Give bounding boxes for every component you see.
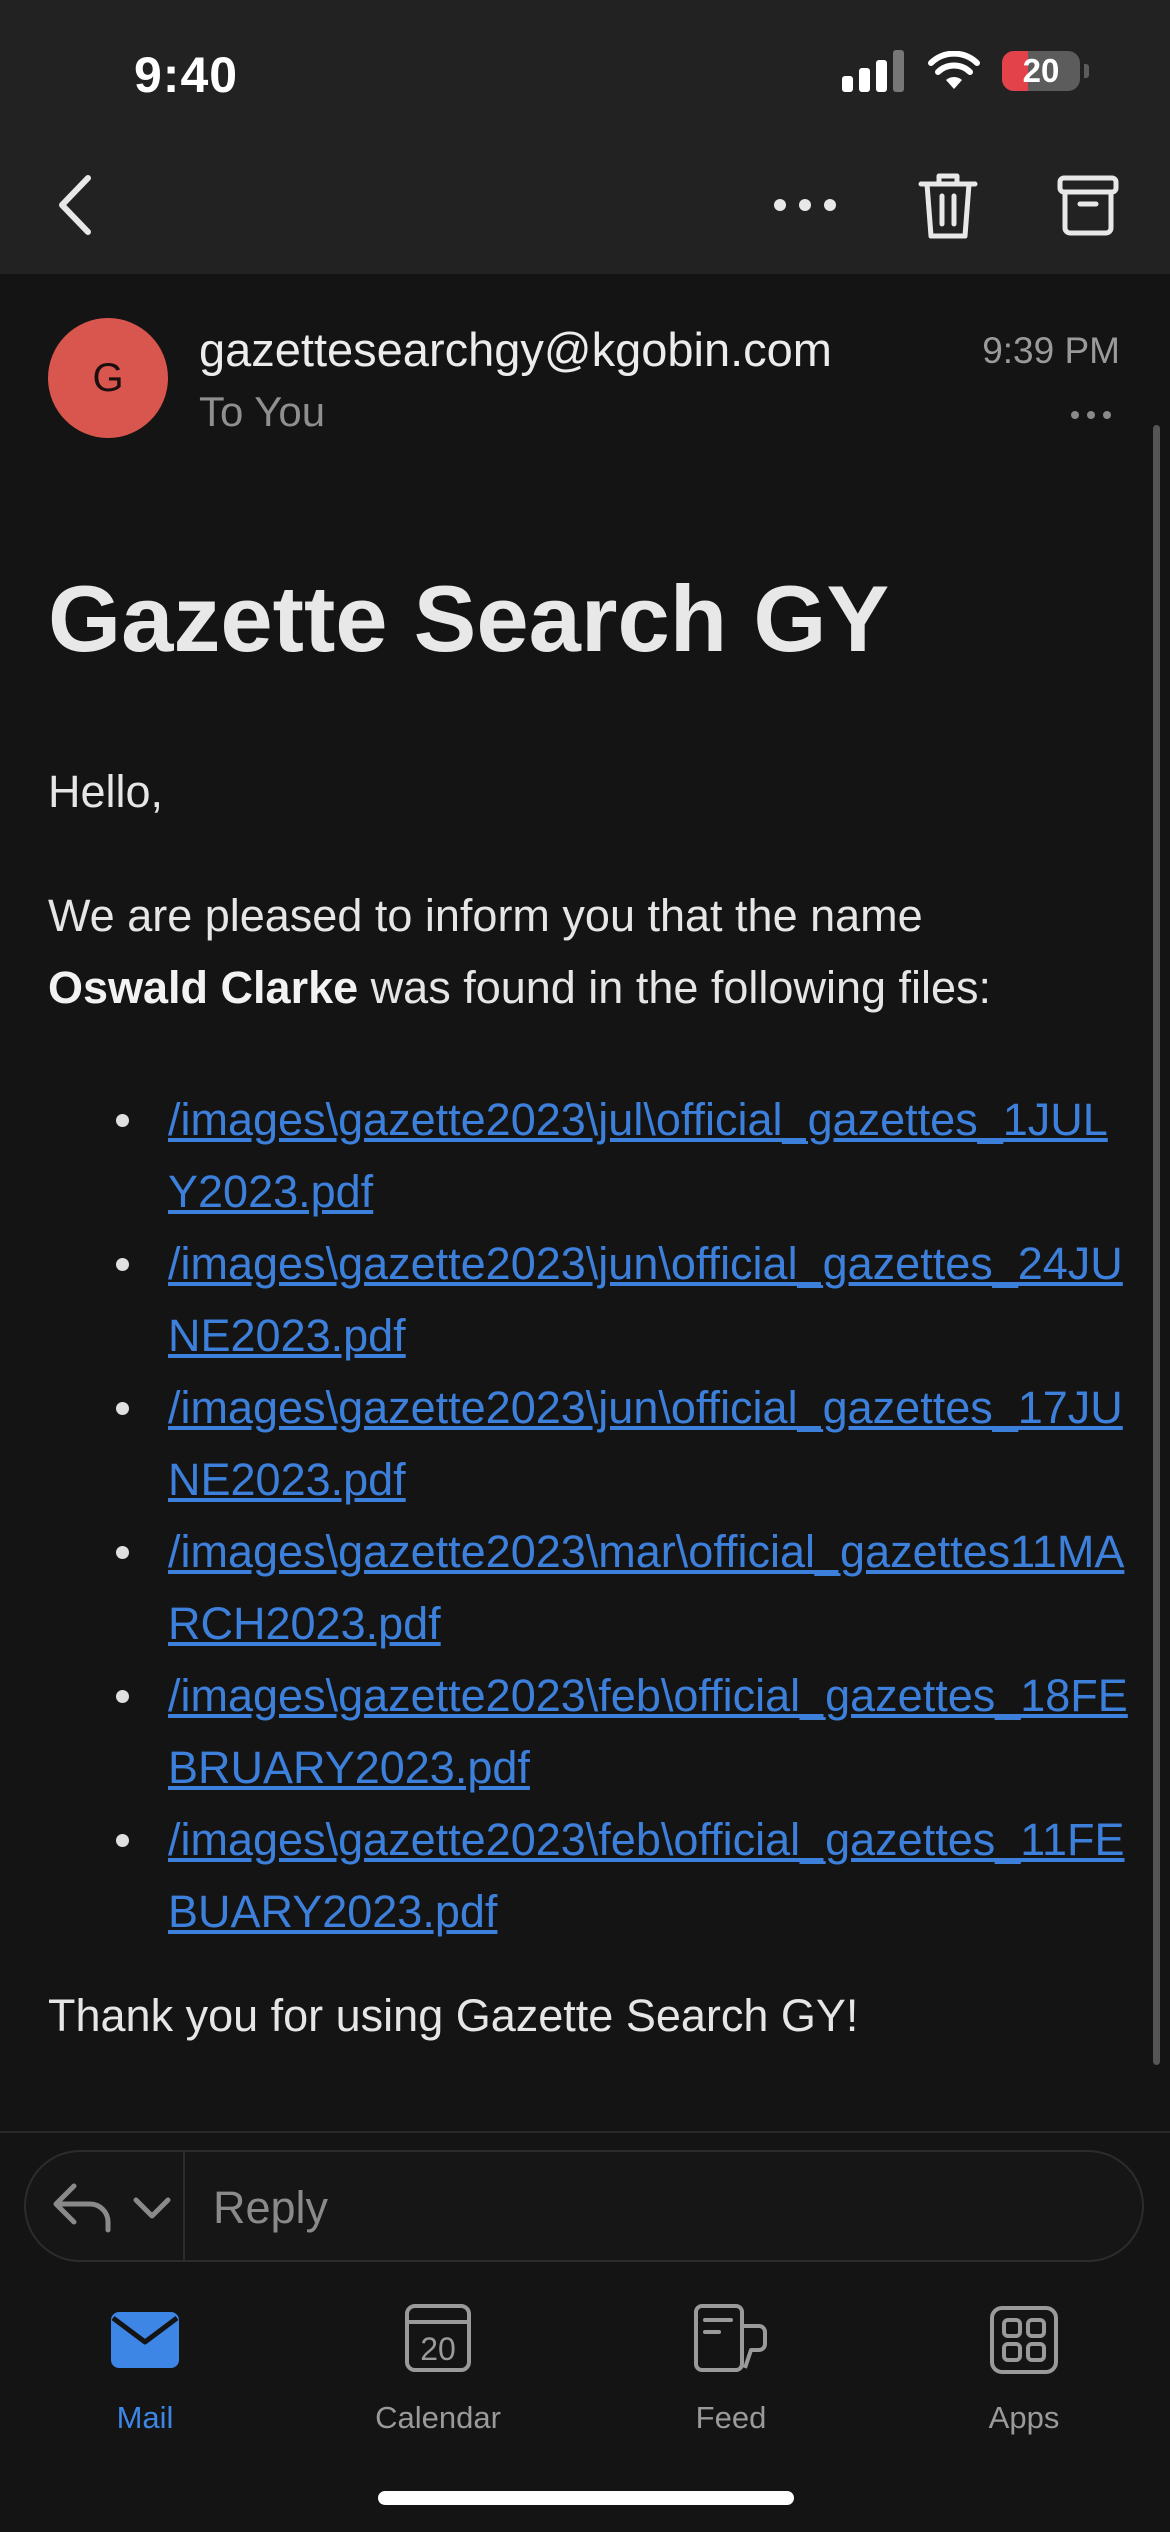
tab-label-mail: Mail bbox=[116, 2400, 174, 2435]
closing-line: Thank you for using Gazette Search GY! bbox=[48, 1990, 859, 2041]
recipient-label[interactable]: To You bbox=[199, 388, 325, 436]
file-link[interactable]: /images\gazette2023\feb\official_gazette… bbox=[168, 1670, 1128, 1793]
sender-avatar[interactable]: G bbox=[48, 318, 168, 438]
status-time: 9:40 bbox=[134, 47, 239, 103]
top-bar bbox=[0, 0, 1170, 274]
tab-label-feed: Feed bbox=[695, 2400, 767, 2435]
file-link[interactable]: /images\gazette2023\jul\official_gazette… bbox=[168, 1094, 1108, 1217]
apps-grid-icon bbox=[990, 2306, 1058, 2374]
tab-label-calendar: Calendar bbox=[375, 2400, 501, 2435]
intro-text: We are pleased to inform you that the na… bbox=[48, 890, 923, 941]
list-item: /images\gazette2023\mar\official_gazette… bbox=[48, 1516, 1128, 1660]
home-indicator[interactable] bbox=[378, 2491, 794, 2505]
more-horizontal-icon[interactable] bbox=[770, 180, 840, 230]
scrollbar[interactable] bbox=[1153, 425, 1160, 2065]
calendar-icon: 20 bbox=[405, 2304, 471, 2372]
cellular-signal-icon bbox=[842, 50, 906, 92]
intro-text-2: was found in the following files: bbox=[370, 962, 992, 1013]
email-subject: Gazette Search GY bbox=[48, 566, 890, 671]
reply-separator bbox=[183, 2152, 185, 2260]
back-chevron-icon[interactable] bbox=[48, 170, 108, 240]
calendar-day: 20 bbox=[420, 2331, 456, 2367]
tab-apps[interactable]: Apps bbox=[924, 2300, 1124, 2436]
file-link[interactable]: /images\gazette2023\mar\official_gazette… bbox=[168, 1526, 1124, 1649]
file-link[interactable]: /images\gazette2023\feb\official_gazette… bbox=[168, 1814, 1124, 1937]
sender-address[interactable]: gazettesearchgy@kgobin.com bbox=[199, 322, 832, 377]
trash-icon[interactable] bbox=[915, 168, 981, 242]
reply-bar[interactable] bbox=[24, 2150, 1144, 2262]
received-time: 9:39 PM bbox=[982, 330, 1120, 371]
list-item: /images\gazette2023\feb\official_gazette… bbox=[48, 1804, 1128, 1948]
battery-level: 20 bbox=[1022, 52, 1060, 89]
feed-icon bbox=[694, 2304, 767, 2372]
message-more-icon[interactable] bbox=[1068, 400, 1114, 430]
tab-feed[interactable]: Feed bbox=[631, 2300, 831, 2436]
tab-label-apps: Apps bbox=[988, 2400, 1060, 2435]
reply-arrow-icon[interactable] bbox=[50, 2180, 114, 2234]
mail-icon bbox=[111, 2312, 179, 2368]
archive-icon[interactable] bbox=[1055, 172, 1121, 238]
list-item: /images\gazette2023\jun\official_gazette… bbox=[48, 1372, 1128, 1516]
reply-input[interactable]: Reply bbox=[213, 2182, 328, 2234]
file-link[interactable]: /images\gazette2023\jun\official_gazette… bbox=[168, 1382, 1123, 1505]
found-name: Oswald Clarke bbox=[48, 962, 359, 1013]
divider bbox=[0, 2131, 1170, 2133]
list-item: /images\gazette2023\jun\official_gazette… bbox=[48, 1228, 1128, 1372]
tab-mail[interactable]: Mail bbox=[45, 2300, 245, 2436]
chevron-down-icon[interactable] bbox=[132, 2196, 172, 2220]
battery-icon: 20 bbox=[1002, 51, 1089, 91]
file-link[interactable]: /images\gazette2023\jun\official_gazette… bbox=[168, 1238, 1123, 1361]
list-item: /images\gazette2023\jul\official_gazette… bbox=[48, 1084, 1128, 1228]
file-list: /images\gazette2023\jul\official_gazette… bbox=[48, 1084, 1128, 1948]
greeting: Hello, bbox=[48, 766, 164, 817]
intro-paragraph: We are pleased to inform you that the na… bbox=[48, 880, 1098, 1024]
wifi-icon bbox=[928, 51, 980, 89]
tab-calendar[interactable]: 20 Calendar bbox=[338, 2300, 538, 2436]
list-item: /images\gazette2023\feb\official_gazette… bbox=[48, 1660, 1128, 1804]
status-icons: 20 bbox=[842, 50, 1089, 92]
